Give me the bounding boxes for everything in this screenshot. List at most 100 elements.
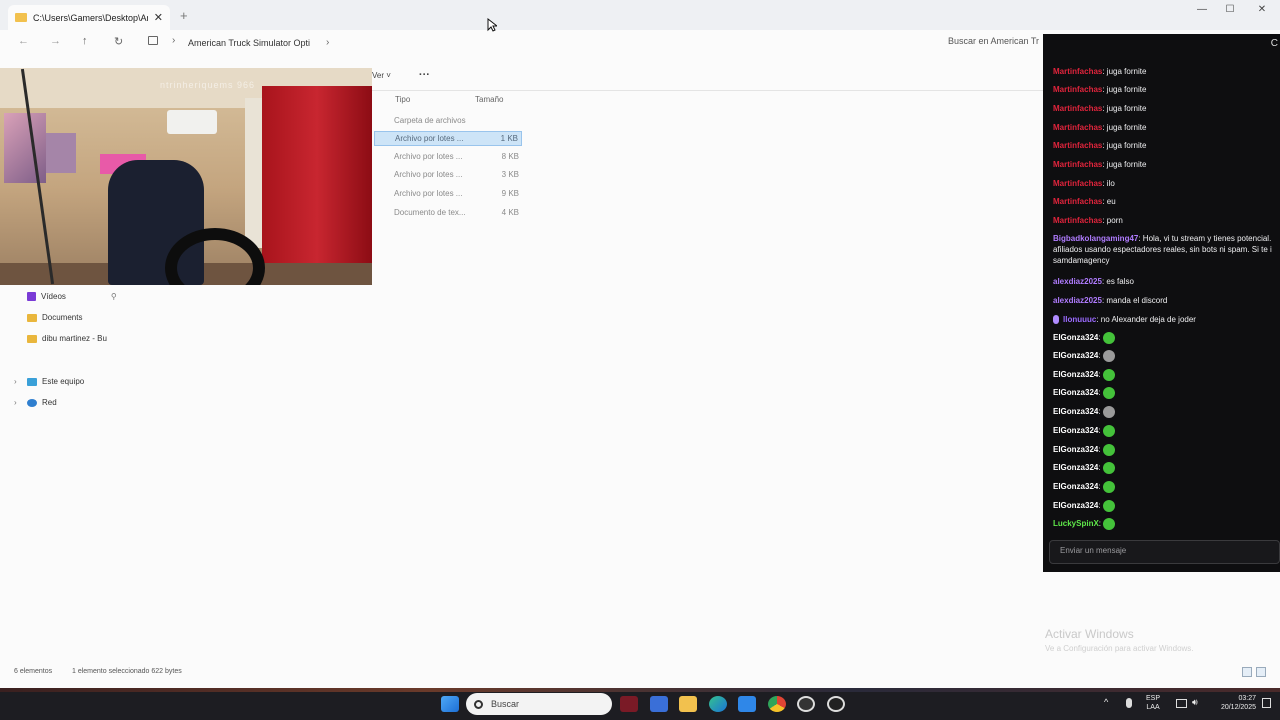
monitor-icon[interactable] [148,36,158,45]
minimize-button[interactable]: — [1188,4,1216,15]
chat-username[interactable]: LuckySpinX [1053,519,1099,528]
notifications-icon[interactable] [1262,698,1271,708]
new-tab-button[interactable]: + [180,8,188,23]
chat-username[interactable]: Martinfachas [1053,104,1102,113]
chevron-right-icon: › [172,35,176,46]
chat-username[interactable]: ElGonza324 [1053,351,1098,360]
chat-username[interactable]: Martinfachas [1053,141,1102,150]
file-explorer-icon[interactable] [679,696,697,712]
microphone-icon[interactable] [1126,698,1132,708]
chat-username[interactable]: ElGonza324 [1053,501,1098,510]
folder-icon [27,334,37,343]
chat-username[interactable]: ElGonza324 [1053,333,1098,342]
chat-username[interactable]: Martinfachas [1053,85,1102,94]
file-size: 3 KB [501,170,519,179]
chat-username[interactable]: Martinfachas [1053,179,1102,188]
chevron-right-icon[interactable]: › [14,398,22,407]
navigation-bar: ← → ↑ ↻ › American Truck Simulator Opti … [0,30,1044,56]
chrome-icon[interactable] [768,696,786,712]
forward-arrow-icon[interactable]: → [50,35,61,47]
clock[interactable]: 03:27 20/12/2025 [1210,694,1256,712]
chat-text: : juga fornite [1102,85,1147,94]
chat-username[interactable]: ElGonza324 [1053,445,1098,454]
chat-username[interactable]: ElGonza324 [1053,388,1098,397]
chat-text: : [1098,463,1101,473]
edge-icon[interactable] [709,696,727,712]
emote-icon [1102,500,1115,512]
tiles-view-icon[interactable] [1256,667,1266,677]
mail-icon[interactable] [738,696,756,712]
column-header-size[interactable]: Tamaño [475,95,503,104]
app-icon[interactable] [620,696,638,712]
chat-text: : [1098,407,1101,417]
tray-chevron-icon[interactable]: ^ [1104,698,1108,707]
chat-text: : [1098,333,1101,343]
chat-message: Martinfachas: juga fornite [1053,66,1280,77]
back-arrow-icon[interactable]: ← [18,35,29,47]
file-row[interactable]: Documento de tex... 4 KB [374,206,522,221]
taskbar-search-label: Buscar [491,699,520,709]
file-row[interactable]: Archivo por lotes ... 3 KB [374,168,522,183]
search-input[interactable]: Buscar en American Tr [940,34,1044,52]
sidebar-item[interactable]: Vídeos ⚲ [14,292,117,301]
chat-message-input[interactable]: Enviar un mensaje [1049,540,1280,564]
chat-close-icon[interactable]: C [1271,38,1278,49]
chat-username[interactable]: alexdiaz2025 [1053,296,1102,305]
up-arrow-icon[interactable]: ↑ [82,35,88,47]
taskbar-search[interactable]: Buscar [466,693,612,715]
chat-text: : juga fornite [1102,123,1147,132]
emote-icon [1103,518,1116,530]
pin-icon[interactable]: ⚲ [111,292,117,301]
explorer-tab[interactable]: C:\Users\Gamers\Desktop\Am ✕ [8,5,170,30]
breadcrumb[interactable]: American Truck Simulator Opti [188,38,310,48]
chat-username[interactable]: llonuuuc [1063,315,1096,324]
chat-message: Martinfachas: juga fornite [1053,159,1280,170]
chat-username[interactable]: ElGonza324 [1053,370,1098,379]
file-row[interactable]: Archivo por lotes ... 1 KB [374,131,522,146]
obs-icon[interactable] [797,696,815,712]
maximize-button[interactable]: ☐ [1216,4,1244,15]
column-header-type[interactable]: Tipo [395,95,410,104]
file-row[interactable]: Archivo por lotes ... 9 KB [374,187,522,202]
view-menu-button[interactable]: Ver ˅ [372,71,391,80]
clock-time: 03:27 [1238,695,1256,702]
activate-windows-subtitle: Ve a Configuración para activar Windows. [1045,644,1194,653]
chat-text: : [1098,501,1101,511]
volume-icon[interactable]: 🔊︎ [1192,698,1198,707]
chat-username[interactable]: ElGonza324 [1053,482,1098,491]
network-icon [27,398,37,407]
refresh-icon[interactable]: ↻ [114,35,123,48]
chat-username[interactable]: ElGonza324 [1053,407,1098,416]
chat-username[interactable]: Martinfachas [1053,67,1102,76]
language-indicator[interactable]: ESP LAA [1146,694,1160,712]
close-button[interactable]: ✕ [1248,4,1276,15]
chat-username[interactable]: Martinfachas [1053,216,1102,225]
chat-message: LuckySpinX: [1053,518,1280,530]
store-icon[interactable] [650,696,668,712]
chat-username[interactable]: ElGonza324 [1053,426,1098,435]
chevron-right-icon[interactable]: › [14,377,22,386]
webcam-curtain [262,86,372,285]
file-row[interactable]: Archivo por lotes ... 8 KB [374,150,522,165]
more-options-button[interactable]: ··· [419,69,430,81]
network-icon[interactable] [1176,699,1187,708]
chat-username[interactable]: Martinfachas [1053,197,1102,206]
file-row[interactable]: Carpeta de archivos [374,114,522,129]
sidebar-item[interactable]: › Este equipo [14,377,84,386]
chat-username[interactable]: Martinfachas [1053,160,1102,169]
details-view-icon[interactable] [1242,667,1252,677]
chat-message: Martinfachas: porn [1053,215,1280,226]
sidebar-item[interactable]: dibu martinez - Bu [14,334,107,343]
chat-username[interactable]: ElGonza324 [1053,463,1098,472]
breadcrumb-chevron-icon[interactable]: › [326,37,329,48]
sidebar-item[interactable]: Documents [14,313,82,322]
chat-username[interactable]: Bigbadkolangaming47 [1053,234,1138,243]
chat-username[interactable]: Martinfachas [1053,123,1102,132]
start-icon[interactable] [441,696,459,712]
chat-username[interactable]: alexdiaz2025 [1053,277,1102,286]
sidebar-item[interactable]: › Red [14,398,57,407]
language-label: ESP [1146,695,1161,702]
tab-close-icon[interactable]: ✕ [154,11,163,24]
app-icon[interactable] [827,696,845,712]
chat-message: Martinfachas: juga fornite [1053,103,1280,114]
